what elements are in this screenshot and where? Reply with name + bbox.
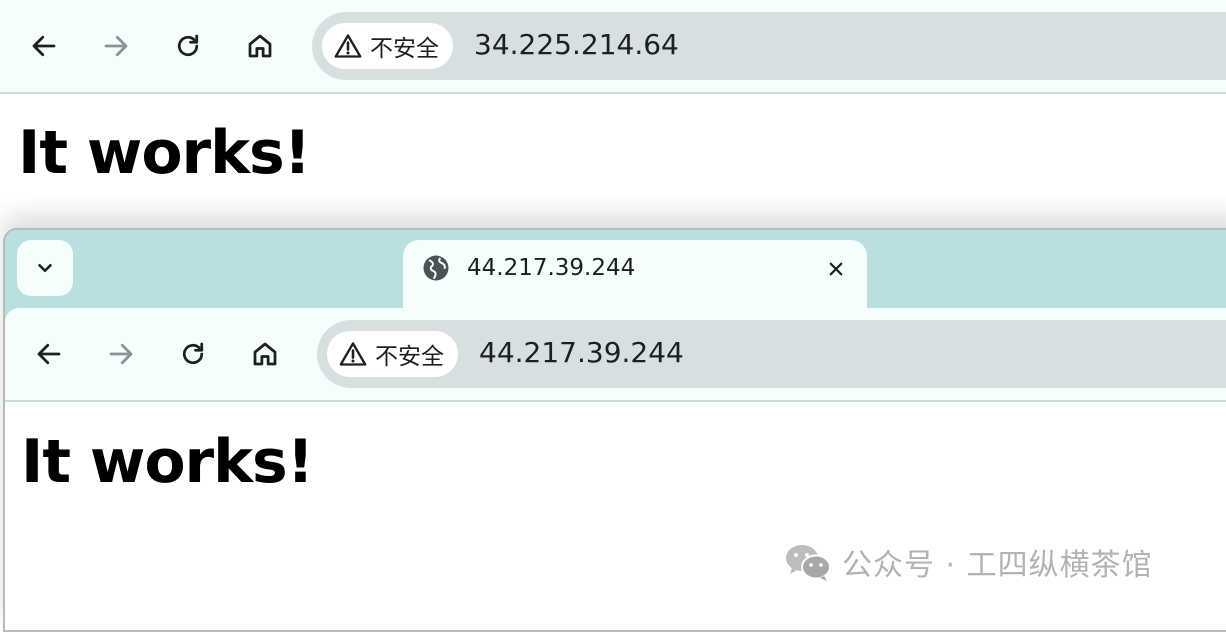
globe-icon bbox=[423, 255, 449, 281]
watermark-text: 公众号 · 工四纵横茶馆 bbox=[842, 548, 1153, 583]
arrow-left-icon bbox=[32, 35, 56, 57]
home-button[interactable] bbox=[238, 24, 282, 68]
home-button[interactable] bbox=[243, 332, 287, 376]
reload-button[interactable] bbox=[171, 332, 215, 376]
url-text[interactable]: 44.217.39.244 bbox=[479, 336, 684, 369]
arrow-right-icon bbox=[104, 35, 128, 57]
address-bar[interactable]: 不安全 44.217.39.244 bbox=[317, 320, 1226, 388]
toolbar: 不安全 34.225.214.64 bbox=[0, 0, 1226, 94]
chevron-down-icon bbox=[38, 263, 52, 273]
home-icon bbox=[248, 34, 272, 58]
browser-window-back: 不安全 34.225.214.64 It works! bbox=[0, 0, 1226, 230]
page-heading: It works! bbox=[21, 427, 314, 497]
toolbar: 不安全 44.217.39.244 bbox=[5, 308, 1226, 402]
back-button[interactable] bbox=[22, 24, 66, 68]
security-chip-label: 不安全 bbox=[370, 36, 439, 62]
home-icon bbox=[253, 342, 277, 366]
reload-icon bbox=[182, 342, 204, 365]
tab-search-button[interactable] bbox=[17, 240, 73, 296]
forward-button[interactable] bbox=[99, 332, 143, 376]
close-icon bbox=[829, 262, 843, 276]
reload-button[interactable] bbox=[166, 24, 210, 68]
back-button[interactable] bbox=[27, 332, 71, 376]
warning-triangle-icon bbox=[334, 34, 362, 58]
reload-icon bbox=[177, 34, 199, 57]
security-chip[interactable]: 不安全 bbox=[322, 23, 453, 69]
tab-title: 44.217.39.244 bbox=[467, 255, 636, 281]
arrow-right-icon bbox=[109, 343, 133, 365]
security-chip[interactable]: 不安全 bbox=[327, 331, 458, 377]
watermark: 公众号 · 工四纵横茶馆 bbox=[784, 540, 1153, 584]
address-bar[interactable]: 不安全 34.225.214.64 bbox=[312, 12, 1226, 80]
tab-close-button[interactable] bbox=[819, 252, 853, 286]
security-chip-label: 不安全 bbox=[375, 344, 444, 370]
arrow-left-icon bbox=[37, 343, 61, 365]
url-text[interactable]: 34.225.214.64 bbox=[474, 28, 679, 61]
warning-triangle-icon bbox=[339, 342, 367, 366]
page-heading: It works! bbox=[18, 118, 311, 188]
forward-button[interactable] bbox=[94, 24, 138, 68]
wechat-icon bbox=[786, 545, 831, 581]
